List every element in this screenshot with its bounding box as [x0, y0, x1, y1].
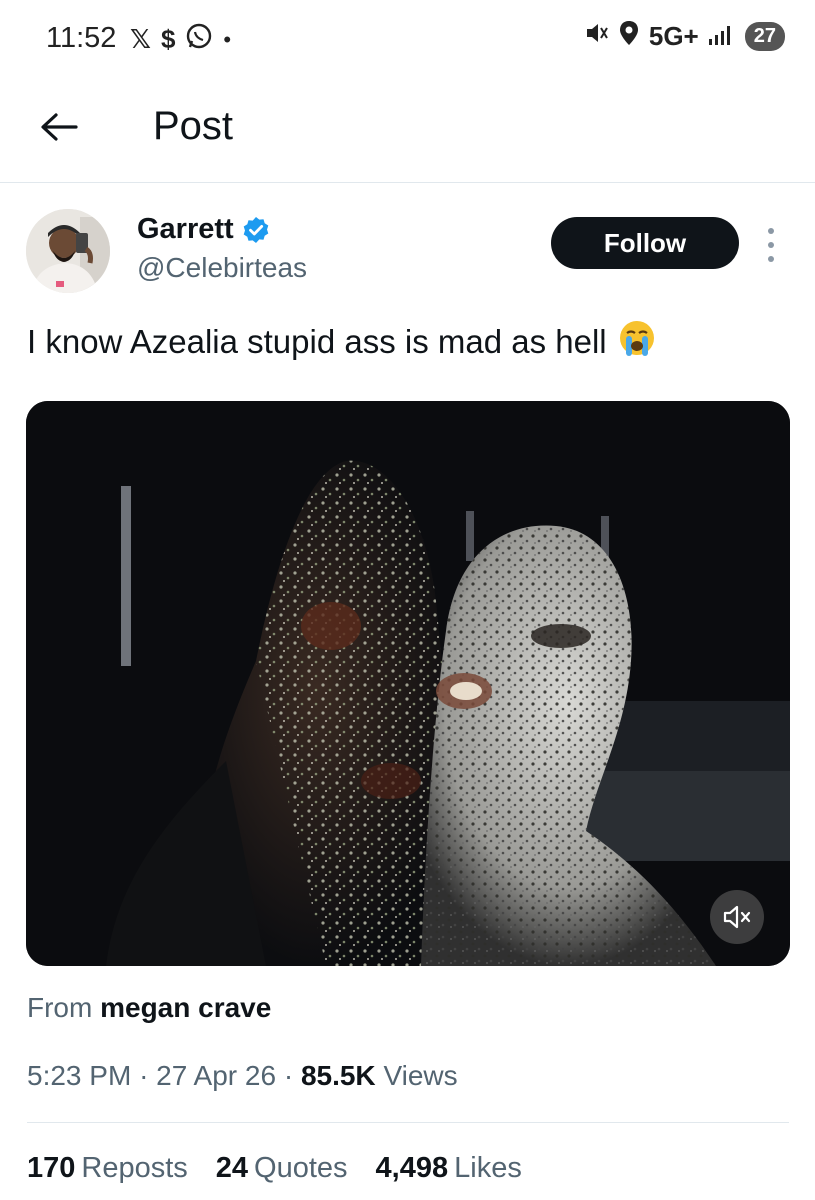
follow-button[interactable]: Follow: [551, 217, 739, 269]
likes-count: 4,498: [375, 1152, 449, 1184]
tweet-text: I know Azealia stupid ass is mad as hell: [27, 318, 657, 366]
location-icon: [619, 20, 639, 53]
post-date[interactable]: 27 Apr 26: [156, 1060, 276, 1091]
vibrate-mute-icon: [583, 20, 609, 53]
meta-separator: ·: [139, 1060, 149, 1091]
crying-face-emoji: [617, 318, 657, 366]
volume-muted-icon: [723, 905, 751, 929]
signal-icon: [708, 21, 735, 52]
views-count: 85.5K: [300, 1060, 376, 1091]
quotes-count: 24: [215, 1152, 249, 1184]
dollar-icon: $: [160, 24, 176, 54]
reposts-label: Reposts: [81, 1152, 188, 1184]
top-app-bar: Post: [0, 80, 815, 183]
status-bar: 11:52 𝕏 $ • 5G+ 27: [0, 0, 815, 80]
author-name[interactable]: Garrett: [137, 213, 270, 246]
likes-stat[interactable]: 4,498 Likes: [376, 1152, 522, 1185]
whatsapp-icon: [185, 22, 213, 57]
more-dot-icon: [768, 228, 774, 234]
more-dot-icon: [768, 242, 774, 248]
notification-icons: 𝕏 $ •: [130, 22, 231, 57]
author-handle[interactable]: @Celebirteas: [137, 252, 307, 284]
post-meta: 5:23 PM · 27 Apr 26 · 85.5K Views: [27, 1060, 458, 1092]
dot-icon: •: [223, 26, 232, 52]
author-display-name: Garrett: [137, 213, 234, 245]
likes-label: Likes: [454, 1152, 522, 1184]
system-icons: 5G+ 27: [583, 20, 785, 53]
meta-separator: ·: [283, 1060, 294, 1091]
more-dot-icon: [768, 256, 774, 262]
more-options-button[interactable]: [763, 228, 779, 262]
network-label: 5G+: [648, 21, 699, 51]
back-button[interactable]: [36, 104, 82, 150]
source-attribution: From megan crave: [27, 992, 271, 1024]
engagement-stats: 170 Reposts 24 Quotes 4,498 Likes: [27, 1152, 522, 1185]
divider: [27, 1122, 789, 1123]
quotes-label: Quotes: [254, 1152, 348, 1184]
post-time[interactable]: 5:23 PM: [27, 1060, 131, 1091]
video-frame-image: [26, 401, 790, 966]
verified-badge-icon: [243, 216, 269, 243]
tweet-body: I know Azealia stupid ass is mad as hell: [27, 323, 607, 360]
page-title: Post: [153, 104, 234, 148]
quotes-stat[interactable]: 24 Quotes: [216, 1152, 348, 1185]
video-player[interactable]: [26, 401, 790, 966]
views-label: Views: [383, 1060, 458, 1091]
reposts-count: 170: [27, 1152, 76, 1184]
battery-indicator: 27: [744, 22, 785, 51]
arrow-left-icon: [41, 113, 78, 141]
mute-toggle-button[interactable]: [710, 890, 764, 944]
source-prefix: From: [27, 992, 93, 1023]
source-link[interactable]: megan crave: [100, 992, 271, 1023]
reposts-stat[interactable]: 170 Reposts: [27, 1152, 188, 1185]
avatar[interactable]: [26, 209, 110, 293]
status-time: 11:52: [46, 22, 117, 54]
x-logo-icon: 𝕏: [130, 24, 151, 54]
